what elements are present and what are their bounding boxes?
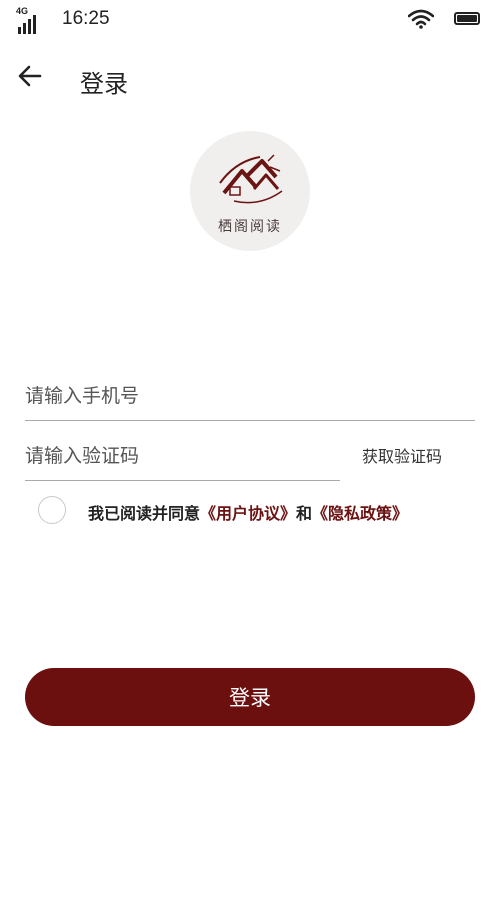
cellular-signal-icon: 4G [16, 6, 46, 34]
status-time: 16:25 [62, 8, 110, 29]
agreement-conjunction: 和 [296, 504, 313, 523]
agreement-prefix: 我已阅读并同意 [88, 504, 201, 523]
agreement-text: 我已阅读并同意《用户协议》和《隐私政策》 [88, 500, 408, 524]
phone-input[interactable] [25, 372, 475, 420]
wifi-icon [408, 9, 434, 29]
page-title: 登录 [80, 70, 128, 98]
login-button-label: 登录 [229, 686, 271, 710]
logo-text: 栖阁阅读 [218, 219, 282, 235]
back-arrow-icon[interactable] [16, 62, 44, 90]
status-bar: 4G 16:25 [0, 0, 500, 40]
battery-icon [454, 12, 480, 25]
verification-code-field [25, 432, 340, 481]
verification-code-input[interactable] [25, 432, 340, 480]
user-agreement-link[interactable]: 《用户协议》 [200, 504, 296, 523]
get-code-button[interactable]: 获取验证码 [362, 443, 442, 467]
phone-field [25, 372, 475, 421]
app-logo: 栖阁阅读 [190, 131, 310, 251]
network-type: 4G [16, 6, 29, 16]
privacy-policy-link[interactable]: 《隐私政策》 [312, 504, 408, 523]
login-button[interactable]: 登录 [25, 668, 475, 726]
agreement-checkbox[interactable] [38, 496, 66, 524]
